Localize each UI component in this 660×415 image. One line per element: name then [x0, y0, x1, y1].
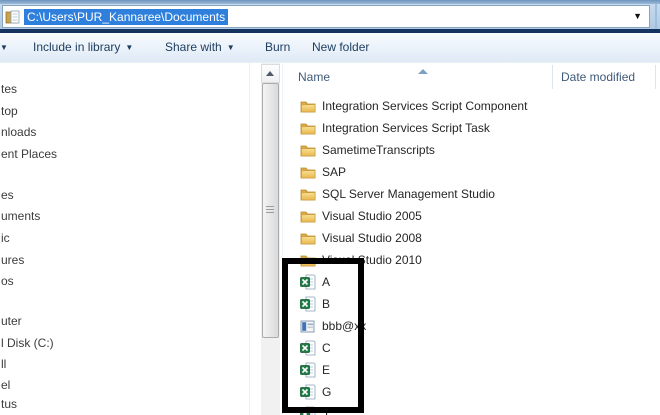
folder-icon: [300, 208, 316, 224]
file-row[interactable]: Visual Studio 2005 1/6/2560 10:46: [282, 206, 660, 228]
file-name: Integration Services Script Task: [322, 121, 490, 135]
sidebar-item-videos[interactable]: os: [1, 274, 14, 289]
sidebar-item-favorites[interactable]: tes: [1, 82, 17, 97]
folder-icon: [300, 164, 316, 180]
command-toolbar: ▼ Include in library ▼ Share with ▼ Burn N…: [0, 33, 660, 63]
sidebar-item-computer[interactable]: uter: [1, 314, 22, 329]
address-path-selected-text[interactable]: C:\Users\PUR_Kannaree\Documents: [24, 9, 228, 25]
explorer-window: C:\Users\PUR_Kannaree\Documents ▼ ▼ Incl…: [0, 0, 660, 415]
folder-icon: [300, 186, 316, 202]
address-folder-icon: [5, 9, 21, 25]
sidebar-item-documents[interactable]: uments: [1, 209, 40, 224]
include-in-library-label: Include in library: [33, 40, 120, 54]
burn-button[interactable]: Burn: [265, 33, 290, 62]
file-row[interactable]: SAP 18/4/2560 14:43: [282, 162, 660, 184]
window-right-border: [655, 4, 657, 29]
folder-icon: [300, 120, 316, 136]
header-separator: [552, 65, 553, 89]
sidebar-item-desktop[interactable]: top: [1, 104, 18, 119]
annotation-rectangle: [282, 258, 364, 413]
scroll-thumb-grip: [266, 206, 274, 207]
sidebar-item-music[interactable]: ic: [1, 231, 10, 246]
file-name: Visual Studio 2008: [322, 231, 422, 245]
sort-ascending-indicator: [418, 69, 428, 74]
header-separator: [655, 65, 656, 89]
file-name: SQL Server Management Studio: [322, 187, 495, 201]
explorer-content: tes top nloads ent Places es uments ic u…: [0, 62, 660, 415]
sidebar-item-recent-places[interactable]: ent Places: [1, 147, 57, 162]
file-row[interactable]: Integration Services Script Task 1/6/256…: [282, 118, 660, 140]
share-with-caret-icon: ▼: [227, 43, 235, 52]
address-bar-chrome: C:\Users\PUR_Kannaree\Documents ▼: [0, 4, 660, 29]
file-row[interactable]: Visual Studio 2008 2/6/2560 9:30: [282, 228, 660, 250]
column-header-name[interactable]: Name: [298, 63, 330, 91]
address-dropdown-button[interactable]: ▼: [633, 11, 642, 21]
file-name: Visual Studio 2005: [322, 209, 422, 223]
sidebar-item-libraries[interactable]: es: [1, 188, 14, 203]
sidebar-item-pictures[interactable]: ures: [1, 253, 24, 268]
share-with-label: Share with: [165, 40, 222, 54]
share-with-button[interactable]: Share with ▼: [165, 33, 235, 62]
folder-icon: [300, 98, 316, 114]
pane-divider: [249, 63, 250, 415]
column-header-date-modified[interactable]: Date modified: [561, 63, 635, 91]
file-row[interactable]: Integration Services Script Component 1/…: [282, 96, 660, 118]
organize-menu-partial-caret[interactable]: ▼: [0, 33, 8, 62]
folder-icon: [300, 230, 316, 246]
nav-scrollbar[interactable]: [261, 63, 280, 415]
sidebar-item-local-disk-c[interactable]: l Disk (C:): [1, 336, 54, 351]
file-name: SametimeTranscripts: [322, 143, 435, 157]
sidebar-item-drive-2[interactable]: el: [1, 378, 10, 393]
include-in-library-caret-icon: ▼: [125, 43, 133, 52]
address-bar[interactable]: C:\Users\PUR_Kannaree\Documents ▼: [2, 5, 650, 28]
file-row[interactable]: SQL Server Management Studio 12/6/2560 1…: [282, 184, 660, 206]
sidebar-item-drive-3[interactable]: tus: [1, 397, 17, 412]
scroll-up-arrow-icon: [266, 71, 274, 76]
scroll-up-button[interactable]: [261, 64, 280, 83]
file-name: SAP: [322, 165, 346, 179]
sidebar-item-drive-1[interactable]: ll: [1, 357, 6, 372]
new-folder-button[interactable]: New folder: [312, 33, 369, 62]
file-row[interactable]: SametimeTranscripts 19/4/2560 15:57: [282, 140, 660, 162]
file-name: Integration Services Script Component: [322, 99, 527, 113]
sidebar-item-downloads[interactable]: nloads: [1, 125, 36, 140]
include-in-library-button[interactable]: Include in library ▼: [33, 33, 133, 62]
scroll-thumb[interactable]: [262, 83, 279, 338]
folder-icon: [300, 142, 316, 158]
